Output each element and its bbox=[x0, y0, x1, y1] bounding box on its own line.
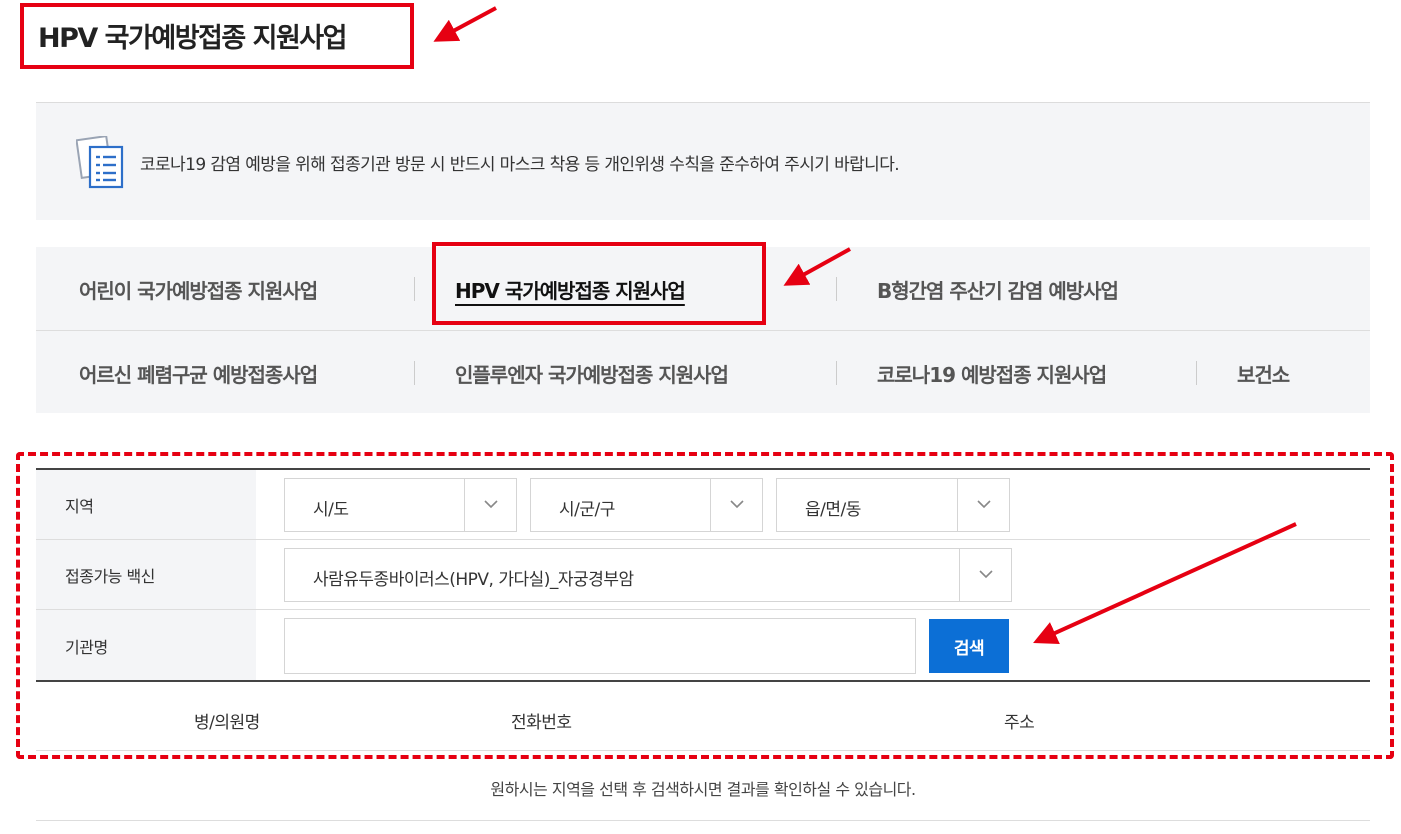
document-list-icon bbox=[75, 134, 128, 190]
arrow-to-title bbox=[433, 6, 497, 42]
tab-row-divider bbox=[36, 330, 1370, 331]
eupmyeondong-select[interactable]: 읍/면/동 bbox=[776, 478, 1010, 532]
chevron-down-icon bbox=[710, 479, 762, 531]
tab-covid19-vaccination[interactable]: 코로나19 예방접종 지원사업 bbox=[877, 359, 1107, 388]
empty-result-message: 원하시는 지역을 선택 후 검색하시면 결과를 확인하실 수 있습니다. bbox=[490, 780, 916, 799]
tab-children-vaccination[interactable]: 어린이 국가예방접종 지원사업 bbox=[79, 275, 318, 304]
chevron-down-icon bbox=[959, 549, 1011, 601]
column-header-address: 주소 bbox=[1004, 713, 1035, 733]
column-header-phone: 전화번호 bbox=[511, 713, 572, 733]
tab-separator bbox=[836, 277, 837, 301]
notice-text: 코로나19 감염 예방을 위해 접종기관 방문 시 반드시 마스크 착용 등 개… bbox=[140, 155, 900, 175]
table-top-border bbox=[36, 680, 1370, 682]
tab-separator bbox=[414, 277, 415, 301]
institution-name-input[interactable] bbox=[284, 618, 916, 674]
region-row: 지역 시/도 시/군/구 읍/면/동 bbox=[36, 470, 1370, 540]
column-header-clinic-name: 병/의원명 bbox=[194, 713, 260, 733]
active-tab-highlight-box bbox=[432, 242, 766, 325]
page-title: HPV 국가예방접종 지원사업 bbox=[38, 23, 347, 54]
tab-separator bbox=[836, 361, 837, 385]
chevron-down-icon bbox=[464, 479, 516, 531]
sido-select-value: 시/도 bbox=[313, 500, 349, 520]
eupmyeondong-select-value: 읍/면/동 bbox=[805, 500, 861, 520]
search-button[interactable]: 검색 bbox=[929, 619, 1009, 673]
tab-separator bbox=[414, 361, 415, 385]
institution-row: 기관명 검색 bbox=[36, 610, 1370, 682]
vaccine-select-value: 사람유두종바이러스(HPV, 가다실)_자궁경부암 bbox=[313, 570, 634, 590]
sigungu-select[interactable]: 시/군/구 bbox=[530, 478, 763, 532]
chevron-down-icon bbox=[957, 479, 1009, 531]
tab-health-center[interactable]: 보건소 bbox=[1237, 359, 1290, 388]
tab-hepatitis-b-perinatal[interactable]: B형간염 주산기 감염 예방사업 bbox=[877, 275, 1119, 304]
tab-separator bbox=[1196, 361, 1197, 385]
sido-select[interactable]: 시/도 bbox=[284, 478, 517, 532]
region-label: 지역 bbox=[36, 470, 256, 539]
institution-label: 기관명 bbox=[36, 610, 256, 682]
results-bottom-border bbox=[36, 820, 1370, 821]
vaccine-select[interactable]: 사람유두종바이러스(HPV, 가다실)_자궁경부암 bbox=[284, 548, 1012, 602]
vaccine-row: 접종가능 백신 사람유두종바이러스(HPV, 가다실)_자궁경부암 bbox=[36, 540, 1370, 610]
notice-banner: 코로나19 감염 예방을 위해 접종기관 방문 시 반드시 마스크 착용 등 개… bbox=[36, 102, 1370, 220]
sigungu-select-value: 시/군/구 bbox=[559, 500, 615, 520]
table-header-bottom-border bbox=[36, 750, 1370, 751]
tab-elderly-pneumococcal[interactable]: 어르신 폐렴구균 예방접종사업 bbox=[79, 359, 318, 388]
vaccine-label: 접종가능 백신 bbox=[36, 540, 256, 609]
tab-influenza-vaccination[interactable]: 인플루엔자 국가예방접종 지원사업 bbox=[455, 359, 729, 388]
